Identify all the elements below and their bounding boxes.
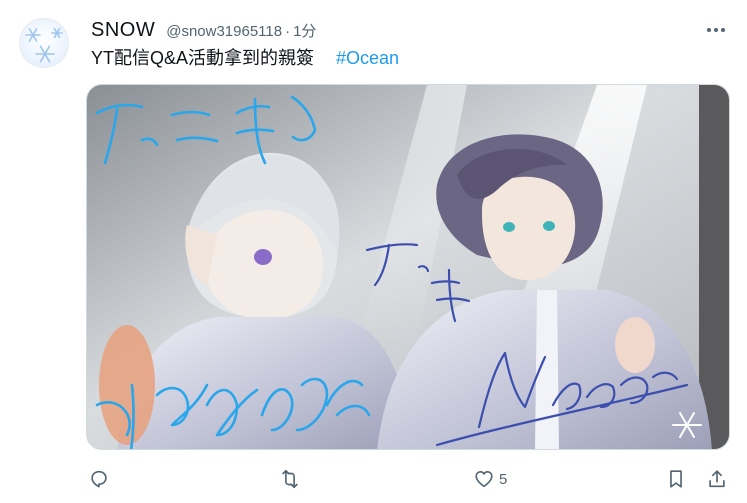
like-count: 5 bbox=[499, 470, 508, 488]
reply-icon bbox=[91, 470, 107, 488]
share-button[interactable] bbox=[706, 467, 728, 491]
tweet-actions: 5 bbox=[0, 462, 747, 496]
separator: · bbox=[285, 23, 291, 40]
user-handle[interactable]: @snow31965118 bbox=[166, 23, 282, 40]
reply-button[interactable] bbox=[88, 467, 110, 491]
hashtag-link[interactable]: #Ocean bbox=[336, 48, 399, 68]
tweet-text: YT配信Q&A活動拿到的親簽 #Ocean bbox=[91, 46, 399, 70]
tweet: SNOW @snow31965118 · 1分 YT配信Q&A活動拿到的親簽 #O… bbox=[0, 0, 747, 503]
retweet-button[interactable] bbox=[279, 467, 301, 491]
tweet-body: YT配信Q&A活動拿到的親簽 bbox=[91, 48, 315, 68]
tweet-media-image[interactable] bbox=[86, 84, 730, 450]
display-name[interactable]: SNOW bbox=[91, 19, 155, 42]
retweet-icon bbox=[282, 469, 298, 489]
timestamp[interactable]: 1分 bbox=[293, 20, 316, 41]
like-icon bbox=[475, 471, 493, 488]
avatar[interactable] bbox=[19, 18, 69, 68]
share-icon bbox=[709, 470, 725, 488]
more-icon[interactable] bbox=[704, 22, 728, 38]
bookmark-button[interactable] bbox=[665, 467, 687, 491]
tweet-header: SNOW @snow31965118 · 1分 bbox=[91, 19, 316, 43]
avatar-snowflake-icon bbox=[25, 27, 63, 63]
bookmark-icon bbox=[670, 470, 682, 488]
autographed-artwork-image bbox=[87, 85, 729, 449]
like-button[interactable]: 5 bbox=[473, 467, 507, 491]
